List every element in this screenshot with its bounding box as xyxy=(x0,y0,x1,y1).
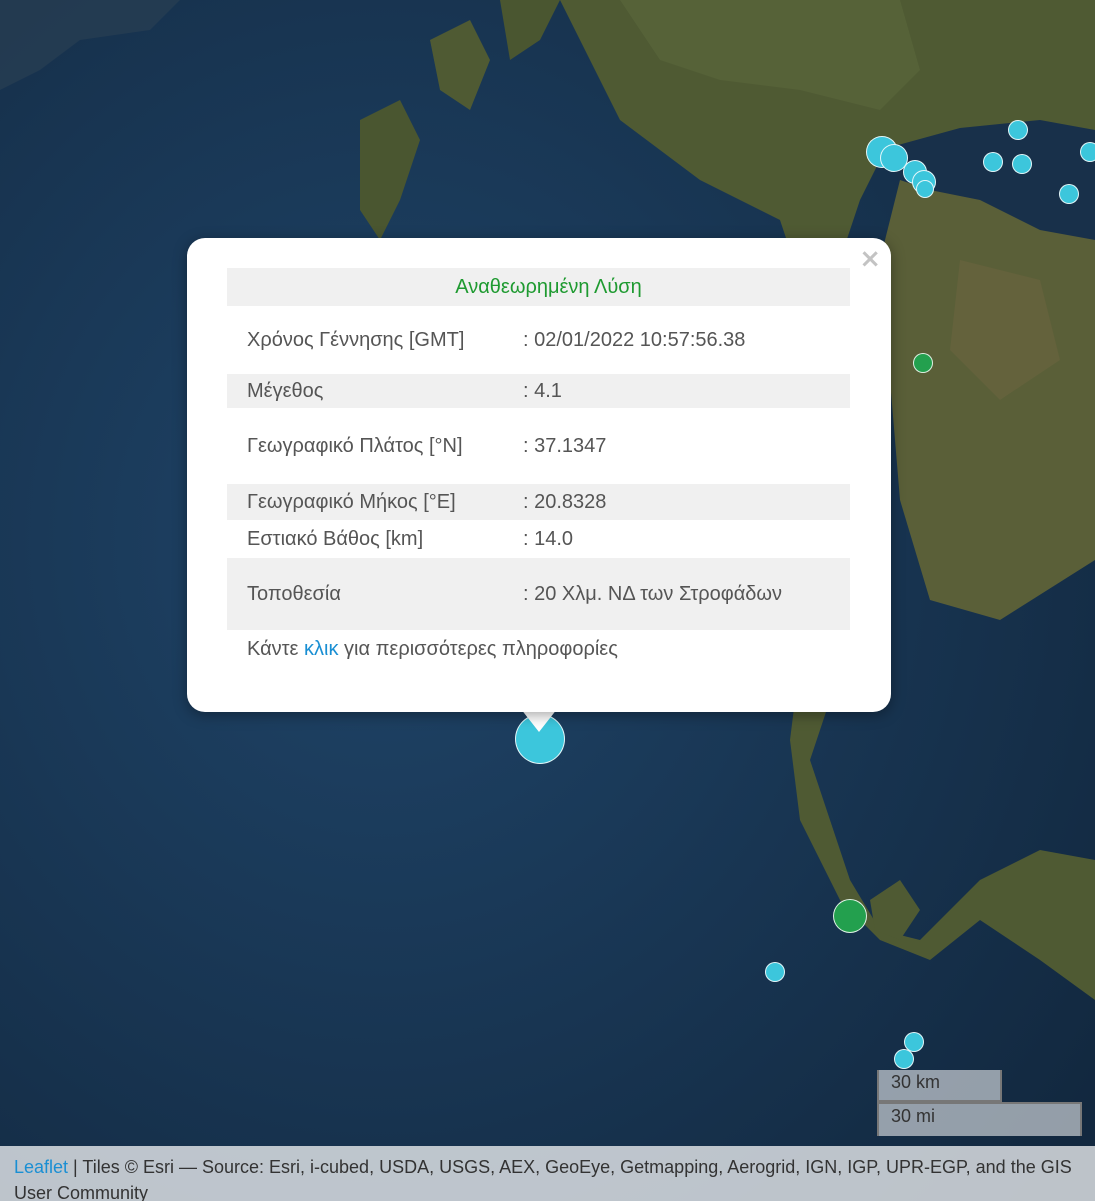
magnitude-label: Μέγεθος xyxy=(227,374,515,408)
earthquake-marker[interactable] xyxy=(1080,142,1095,162)
depth-label: Εστιακό Βάθος [km] xyxy=(247,527,424,550)
scale-km: 30 km xyxy=(877,1070,1002,1102)
earthquake-marker[interactable] xyxy=(765,962,785,982)
earthquake-marker[interactable] xyxy=(913,353,933,373)
location-value: : 20 Χλμ. ΝΔ των Στροφάδων xyxy=(515,558,850,630)
more-suffix: για περισσότερες πληροφορίες xyxy=(338,638,618,660)
magnitude-value: : 4.1 xyxy=(515,374,850,408)
popup-title: Αναθεωρημένη Λύση xyxy=(227,268,850,306)
earthquake-marker[interactable] xyxy=(1012,154,1032,174)
popup-content: Αναθεωρημένη Λύση Χρόνος Γέννησης [GMT] … xyxy=(227,268,850,661)
latitude-value: : 37.1347 xyxy=(523,434,607,457)
depth-value: : 14.0 xyxy=(523,527,574,550)
origin-time-label: Χρόνος Γέννησης [GMT] xyxy=(247,328,465,351)
attribution-text: | Tiles © Esri — Source: Esri, i-cubed, … xyxy=(14,1157,1072,1201)
earthquake-marker[interactable] xyxy=(916,180,934,198)
latitude-label: Γεωγραφικό Πλάτος [°N] xyxy=(247,434,463,457)
earthquake-marker[interactable] xyxy=(894,1049,914,1069)
earthquake-info-table: Αναθεωρημένη Λύση Χρόνος Γέννησης [GMT] … xyxy=(227,268,850,630)
earthquake-marker[interactable] xyxy=(1059,184,1079,204)
map-container[interactable]: × Αναθεωρημένη Λύση Χρόνος Γέννησης [GMT… xyxy=(0,0,1095,1201)
longitude-value: : 20.8328 xyxy=(515,484,850,520)
more-info-line: Κάντε κλικ για περισσότερες πληροφορίες xyxy=(227,638,850,661)
scale-mi: 30 mi xyxy=(877,1102,1082,1136)
earthquake-marker[interactable] xyxy=(1008,120,1028,140)
attribution: Leaflet | Tiles © Esri — Source: Esri, i… xyxy=(0,1146,1095,1201)
leaflet-link[interactable]: Leaflet xyxy=(14,1157,68,1177)
earthquake-marker[interactable] xyxy=(833,899,867,933)
location-label: Τοποθεσία xyxy=(227,558,515,630)
close-icon[interactable]: × xyxy=(859,246,881,272)
earthquake-marker[interactable] xyxy=(983,152,1003,172)
longitude-label: Γεωγραφικό Μήκος [°E] xyxy=(227,484,515,520)
more-info-link[interactable]: κλικ xyxy=(304,638,338,660)
origin-time-value: : 02/01/2022 10:57:56.38 xyxy=(523,328,746,351)
earthquake-popup: × Αναθεωρημένη Λύση Χρόνος Γέννησης [GMT… xyxy=(187,238,891,712)
more-prefix: Κάντε xyxy=(247,638,305,660)
